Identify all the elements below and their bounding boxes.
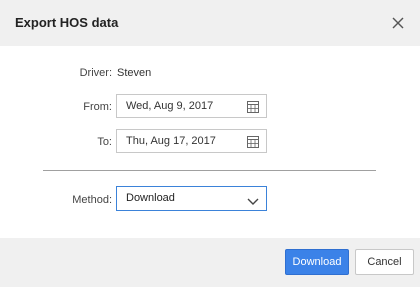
driver-label: Driver: bbox=[79, 67, 112, 79]
export-hos-dialog: Export HOS data Driver: Steven From: Wed… bbox=[0, 0, 420, 287]
cancel-button[interactable]: Cancel bbox=[355, 249, 414, 275]
download-button[interactable]: Download bbox=[285, 249, 349, 275]
dialog-footer: Download Cancel bbox=[0, 238, 420, 287]
chevron-down-icon bbox=[247, 194, 259, 205]
from-date-value: Wed, Aug 9, 2017 bbox=[126, 100, 214, 112]
to-date-value: Thu, Aug 17, 2017 bbox=[126, 135, 216, 147]
to-date-input[interactable]: Thu, Aug 17, 2017 bbox=[116, 129, 267, 153]
method-label: Method: bbox=[72, 194, 112, 206]
calendar-icon[interactable] bbox=[247, 135, 259, 148]
dialog-header: Export HOS data bbox=[0, 0, 420, 46]
from-date-input[interactable]: Wed, Aug 9, 2017 bbox=[116, 94, 267, 118]
close-icon[interactable] bbox=[388, 13, 408, 33]
method-selected-value: Download bbox=[126, 192, 175, 204]
method-select[interactable]: Download bbox=[116, 186, 267, 211]
driver-value: Steven bbox=[117, 67, 152, 79]
divider bbox=[43, 170, 376, 171]
to-label: To: bbox=[97, 136, 112, 148]
calendar-icon[interactable] bbox=[247, 100, 259, 113]
from-label: From: bbox=[83, 101, 112, 113]
dialog-title: Export HOS data bbox=[15, 15, 119, 30]
